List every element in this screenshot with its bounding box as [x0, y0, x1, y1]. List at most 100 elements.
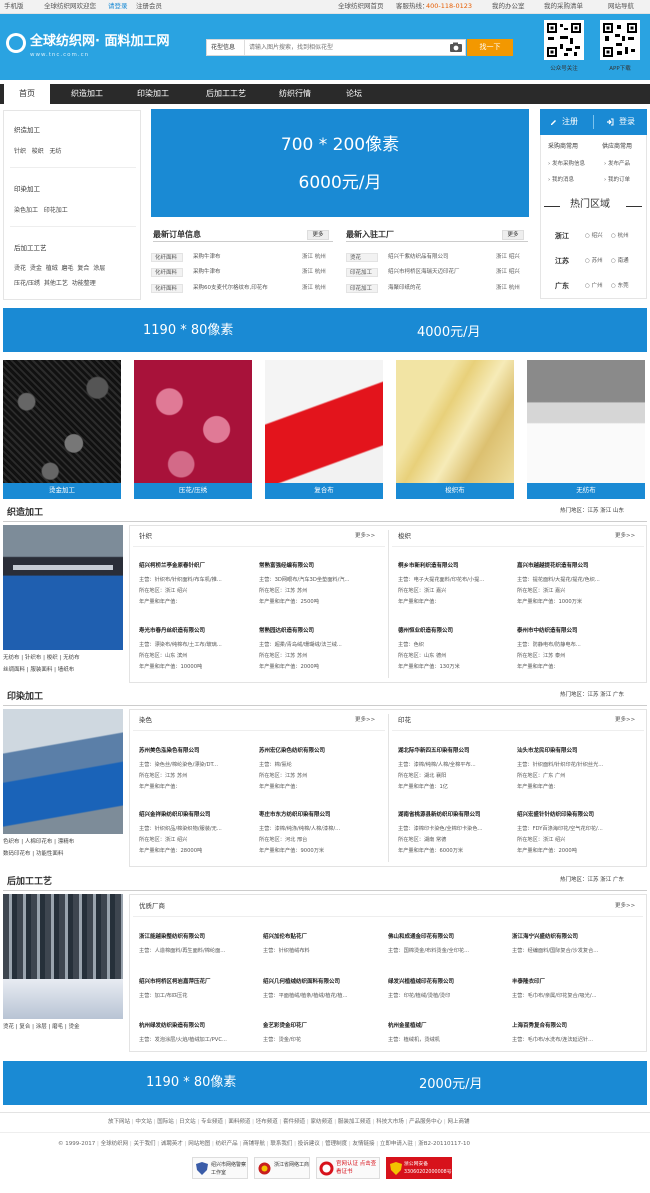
region-province[interactable]: 广东	[555, 282, 569, 290]
footer-link[interactable]: 纺织产品	[216, 1141, 238, 1147]
category-card-nonwoven[interactable]: 无纺布	[527, 360, 645, 499]
footer-link[interactable]: 专业频道	[201, 1119, 223, 1125]
company-name[interactable]: 佛山和成通金印花有限公司	[388, 934, 469, 941]
purchase-link[interactable]: 我的采购清单	[544, 2, 583, 11]
cat-link[interactable]: 植绒	[46, 265, 58, 272]
region-city[interactable]: ○ 绍兴	[585, 233, 603, 240]
footer-link[interactable]: 产品服务中心	[409, 1119, 442, 1125]
company-name[interactable]: 德州恒业织造有限公司	[398, 628, 460, 635]
region-province[interactable]: 浙江	[555, 232, 569, 240]
footer-link[interactable]: 坯布频道	[256, 1119, 278, 1125]
footer-link[interactable]: © 1999-2017	[58, 1141, 95, 1147]
company-card[interactable]: 常熟富强经编有限公司 主营：3D网眼布/汽车3D坐垫面料/汽... 所在地区：江苏 …	[259, 563, 349, 605]
register-link[interactable]: 注册会员	[136, 2, 162, 11]
footer-link[interactable]: 全球纺织网	[101, 1141, 129, 1147]
company-name[interactable]: 嘉兴市越越提花织造有限公司	[517, 563, 600, 570]
company-name[interactable]: 枣庄市东方纺织印染有限公司	[259, 812, 340, 819]
company-card[interactable]: 苏州宏亿染色纺织有限公司 主营：棉/氨纶 所在地区：江苏 苏州 年产量和年产值：	[259, 748, 325, 790]
company-card[interactable]: 浙江海宁兴盛纺织有限公司 主营：经编面料/国际复合/沙发复合...	[512, 934, 598, 954]
nav-forum[interactable]: 论坛	[336, 84, 372, 104]
cat-link[interactable]: 复合	[77, 265, 89, 272]
cat-link[interactable]: 烫花	[14, 265, 26, 272]
order-desc[interactable]: 采购60支麦代尔格纹布,印花布	[193, 285, 268, 292]
footer-link[interactable]: 科技大市场	[376, 1119, 404, 1125]
mobile-link[interactable]: 手机版	[4, 2, 24, 11]
region-city[interactable]: ○ 南通	[611, 258, 629, 265]
region-city[interactable]: ○ 杭州	[611, 233, 629, 240]
dyeing-section-image[interactable]	[3, 709, 123, 834]
site-nav-link[interactable]: 网站导航	[608, 2, 634, 11]
order-desc[interactable]: 采购牛津布	[193, 254, 221, 261]
category-card-foil[interactable]: 烫金加工	[3, 360, 121, 499]
home-link[interactable]: 全球纺织网首页	[338, 2, 384, 11]
company-card[interactable]: 佛山和成通金印花有限公司 主营：国棉烫金/布料烫金/全印花...	[388, 934, 469, 954]
company-card[interactable]: 杭州绿发纺织染造有限公司 主营：发泡涂层/火焰/植绒加工/PVC...	[139, 1023, 227, 1043]
footer-link[interactable]: 网站地图	[188, 1141, 210, 1147]
nav-post-processing[interactable]: 后加工工艺	[196, 84, 256, 104]
company-card[interactable]: 汕头市龙民印染有限公司 主营：针织面料/针织印花/针织丝光... 所在地区：广东 广…	[517, 748, 603, 790]
company-card[interactable]: 常熟园达织造有限公司 主营：超柔/青岛绒/珊瑚绒/法兰绒... 所在地区：江苏 苏州…	[259, 628, 342, 670]
company-name[interactable]: 汕头市龙民印染有限公司	[517, 748, 603, 755]
company-name[interactable]: 绍兴柯桥兰亭金原春针织厂	[139, 563, 222, 570]
company-card[interactable]: 嘉兴市越越提花织造有限公司 主营：提花面料/大提花/提花/色织... 所在地区：浙江…	[517, 563, 600, 605]
region-province[interactable]: 江苏	[555, 257, 569, 265]
company-name[interactable]: 绍兴宏盛针针纺织印染有限公司	[517, 812, 603, 819]
company-card[interactable]: 金艺彩烫金印花厂 主营：烫金/印花	[263, 1023, 307, 1043]
company-card[interactable]: 苏州美色泓染色有限公司 主营：染色丝/棉纶染色/漂染/DT... 所在地区：江苏 苏…	[139, 748, 218, 790]
company-name[interactable]: 湖北际华新四五印染有限公司	[398, 748, 476, 755]
weaving-section-image[interactable]	[3, 525, 123, 650]
category-card-woven[interactable]: 梭织布	[396, 360, 514, 499]
footer-link[interactable]: 家纺频道	[311, 1119, 333, 1125]
dyeing-right-more[interactable]: 更多>>	[615, 717, 635, 724]
cat-weaving-title[interactable]: 织造加工	[14, 126, 40, 135]
post-section-image[interactable]	[3, 894, 123, 1019]
tag-link[interactable]: 人棉印花布	[25, 839, 53, 845]
business-badge[interactable]: 浙江省网络工商	[254, 1157, 310, 1179]
tag-link[interactable]: 无纺布	[3, 655, 20, 661]
cat-link[interactable]: 磨毛	[62, 265, 74, 272]
company-name[interactable]: 金艺彩烫金印花厂	[263, 1023, 307, 1030]
hot-region-link[interactable]: 浙江	[600, 877, 611, 883]
company-card[interactable]: 杭州金星植绒厂 主营：植绒机，烫绒机	[388, 1023, 440, 1043]
tag-link[interactable]: 墙纸布	[58, 667, 75, 673]
footer-link[interactable]: 关于我们	[133, 1141, 155, 1147]
tag-link[interactable]: 功能性面料	[36, 851, 64, 857]
footer-link[interactable]: 投诉建议	[298, 1141, 320, 1147]
company-name[interactable]: 绍兴金祥染纺织印染有限公司	[139, 812, 222, 819]
hot-region-link[interactable]: 江苏	[588, 508, 599, 514]
company-name[interactable]: 绍兴加伦布贴花厂	[263, 934, 310, 941]
hot-region-link[interactable]: 山东	[613, 508, 624, 514]
office-link[interactable]: 我的办公室	[492, 2, 525, 11]
company-card[interactable]: 绍兴柯桥兰亭金原春针织厂 主营：针织布/针织面料/布车机/推... 所在地区：浙江 …	[139, 563, 222, 605]
footer-link[interactable]: 面料频道	[228, 1119, 250, 1125]
cat-link[interactable]: 涂层	[93, 265, 105, 272]
footer-link[interactable]: 放下网站	[108, 1119, 130, 1125]
dyeing-left-more[interactable]: 更多>>	[355, 717, 375, 724]
footer-link[interactable]: 国际站	[157, 1119, 174, 1125]
hot-region-link[interactable]: 江苏	[588, 692, 599, 698]
tag-link[interactable]: 梭织	[47, 655, 58, 661]
nav-market[interactable]: 纺织行情	[270, 84, 320, 104]
publish-purchase-link[interactable]: › 发布采购信息	[548, 161, 585, 168]
company-card[interactable]: 桐乡市新利织造有限公司 主营：电子大提花面料/印花布/小提... 所在地区：浙江 嘉…	[398, 563, 484, 605]
tag-link[interactable]: 烫花	[3, 1024, 14, 1030]
weaving-left-more[interactable]: 更多>>	[355, 533, 375, 540]
category-card-emboss[interactable]: 压花/压绣	[134, 360, 252, 499]
company-name[interactable]: 苏州美色泓染色有限公司	[139, 748, 218, 755]
company-name[interactable]: 绍兴市柯桥区柯岩嘉萍压花厂	[139, 979, 211, 986]
cat-post-title[interactable]: 后加工工艺	[14, 244, 47, 253]
company-name[interactable]: 常熟富强经编有限公司	[259, 563, 349, 570]
hot-region-link[interactable]: 浙江	[600, 508, 611, 514]
category-card-composite[interactable]: 复合布	[265, 360, 383, 499]
company-card[interactable]: 湖北际华新四五印染有限公司 主营：漆棉/纯棉/人棉/全棉平布... 所在地区：湖北 …	[398, 748, 476, 790]
company-card[interactable]: 绍兴加伦布贴花厂 主营：针织植绒布料	[263, 934, 310, 954]
company-card[interactable]: 绍兴几何植绒纺织面料有限公司 主营：平面植绒/植条/植绒/植花/植...	[263, 979, 348, 999]
company-name[interactable]: 上海百秀复合有限公司	[512, 1023, 593, 1030]
tag-link[interactable]: 数码印花布	[3, 851, 31, 857]
region-city[interactable]: ○ 东莞	[611, 283, 629, 290]
cat-link[interactable]: 染色加工	[14, 207, 38, 214]
nav-dyeing[interactable]: 印染加工	[128, 84, 178, 104]
footer-link[interactable]: 友情链接	[352, 1141, 374, 1147]
factory-name[interactable]: 绍兴千紫纺织品有限公司	[388, 254, 449, 261]
tag-link[interactable]: 服装面料	[30, 667, 52, 673]
